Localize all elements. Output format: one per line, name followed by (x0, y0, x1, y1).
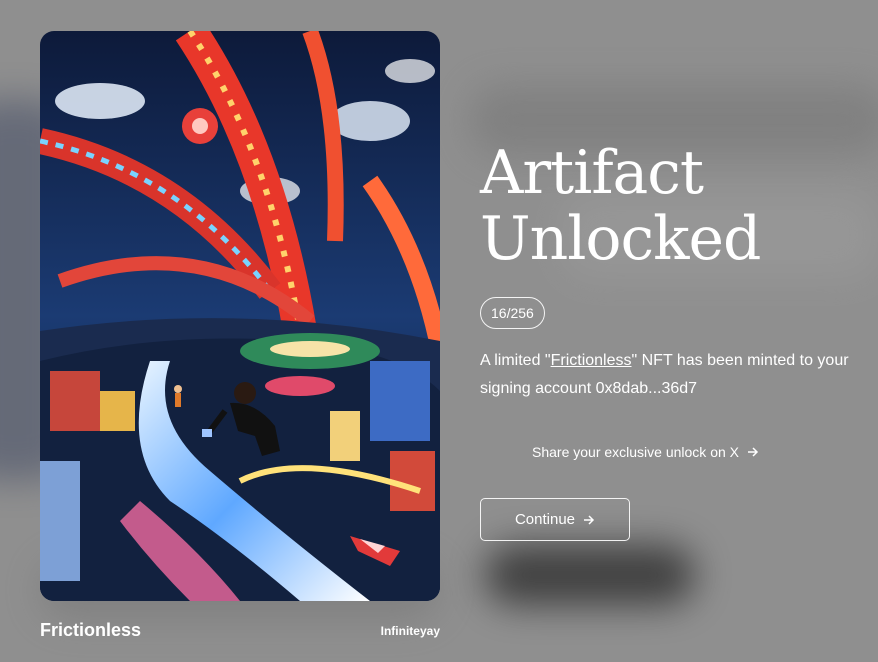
continue-button[interactable]: Continue (480, 498, 630, 541)
artwork-author: Infiniteyay (380, 624, 440, 638)
nft-name-link[interactable]: Frictionless (551, 352, 632, 369)
share-on-x-link[interactable]: Share your exclusive unlock on X (532, 444, 759, 460)
background-blur (485, 545, 695, 605)
artwork-image (40, 31, 440, 601)
edition-badge: 16/256 (480, 297, 545, 329)
artwork-title: Frictionless (40, 620, 142, 640)
arrow-right-icon (584, 514, 595, 525)
share-label: Share your exclusive unlock on X (532, 444, 739, 460)
mint-message-prefix: A limited " (480, 352, 551, 369)
page-title-line2: Unlocked (480, 204, 761, 274)
arrow-right-icon (748, 447, 759, 457)
continue-label: Continue (514, 511, 576, 528)
page-title: Artifact Unlocked (480, 138, 761, 274)
page-title-line1: Artifact (480, 138, 704, 208)
mint-message: A limited "Frictionless" NFT has been mi… (480, 347, 850, 403)
